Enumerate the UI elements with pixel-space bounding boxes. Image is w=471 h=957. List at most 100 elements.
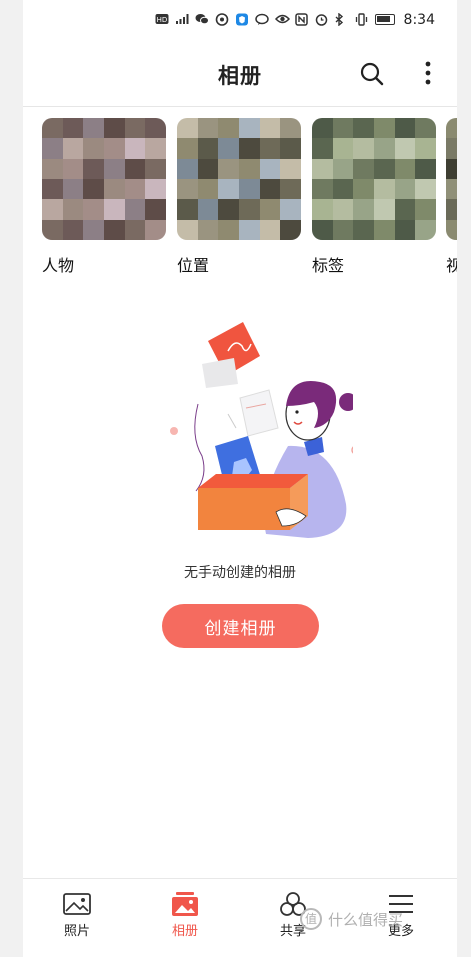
mosaic-cell	[177, 118, 198, 139]
phone-screen: HD 8:34 相册 人物 位置 标签 视 无手动创建的相册 创建相册 照片 相…	[23, 0, 457, 957]
mosaic-cell	[218, 118, 239, 139]
mosaic-cell	[353, 179, 374, 200]
mosaic-cell	[124, 219, 146, 240]
mosaic-cell	[103, 219, 125, 240]
mosaic-cell	[280, 158, 301, 179]
mosaic-cell	[83, 118, 104, 139]
mosaic-cell	[218, 199, 239, 220]
status-bar: HD 8:34	[23, 0, 457, 42]
shield-icon	[235, 13, 249, 26]
status-time: 8:34	[403, 12, 435, 28]
mosaic-cell	[415, 138, 436, 159]
albums-icon	[172, 892, 198, 916]
bluetooth-icon	[335, 12, 349, 27]
mosaic-cell	[259, 138, 281, 159]
mosaic-cell	[353, 118, 374, 139]
mosaic-cell	[197, 219, 219, 240]
mosaic-cell	[197, 138, 219, 159]
mosaic-cell	[197, 179, 219, 200]
mosaic-cell	[332, 118, 354, 139]
mosaic-cell	[238, 219, 260, 240]
mosaic-cell	[280, 138, 301, 159]
mosaic-cell	[62, 219, 84, 240]
mosaic-cell	[124, 138, 146, 159]
mosaic-cell	[259, 219, 281, 240]
mosaic-cell	[42, 138, 63, 159]
search-button[interactable]	[358, 60, 386, 88]
mosaic-cell	[415, 158, 436, 179]
mosaic-cell	[353, 219, 374, 240]
chat-icon	[255, 13, 269, 26]
category-tags[interactable]: 标签	[312, 118, 436, 276]
create-album-button[interactable]: 创建相册	[162, 604, 319, 648]
vibrate-icon	[355, 13, 369, 26]
mosaic-cell	[62, 179, 84, 200]
mosaic-cell	[332, 219, 354, 240]
mosaic-cell	[124, 199, 146, 220]
mosaic-cell	[145, 219, 166, 240]
mosaic-cell	[312, 199, 333, 220]
mosaic-cell	[394, 219, 416, 240]
search-icon	[360, 62, 384, 86]
mosaic-cell	[446, 199, 457, 220]
mosaic-cell	[373, 219, 395, 240]
category-thumbnail	[177, 118, 301, 240]
mosaic-cell	[145, 158, 166, 179]
mosaic-cell	[332, 138, 354, 159]
mosaic-cell	[103, 118, 125, 139]
category-videos[interactable]: 视	[446, 118, 457, 276]
category-label: 位置	[177, 256, 210, 275]
mosaic-cell	[62, 158, 84, 179]
mosaic-cell	[312, 219, 333, 240]
category-label: 人物	[42, 256, 75, 275]
mosaic-cell	[42, 199, 63, 220]
more-button[interactable]	[418, 58, 438, 88]
mosaic-cell	[394, 138, 416, 159]
mosaic-cell	[415, 179, 436, 200]
mosaic-cell	[177, 199, 198, 220]
mosaic-cell	[280, 219, 301, 240]
nav-label: 照片	[63, 924, 90, 939]
eye-icon	[274, 13, 291, 26]
mosaic-cell	[446, 138, 457, 159]
mosaic-cell	[83, 158, 104, 179]
mosaic-cell	[373, 179, 395, 200]
mosaic-cell	[394, 199, 416, 220]
mosaic-cell	[446, 179, 457, 200]
category-thumbnail	[312, 118, 436, 240]
mosaic-cell	[177, 219, 198, 240]
mosaic-cell	[177, 179, 198, 200]
nav-photos[interactable]: 照片	[23, 879, 131, 943]
mosaic-cell	[373, 118, 395, 139]
mosaic-cell	[218, 179, 239, 200]
watermark: 值 什么值得买	[300, 908, 403, 930]
mosaic-cell	[332, 158, 354, 179]
mosaic-cell	[332, 199, 354, 220]
status-icons: HD	[155, 12, 395, 27]
wechat-icon	[195, 13, 209, 26]
mosaic-cell	[42, 158, 63, 179]
category-places[interactable]: 位置	[177, 118, 301, 276]
mosaic-cell	[312, 179, 333, 200]
category-label: 视	[446, 256, 457, 275]
mosaic-cell	[124, 179, 146, 200]
mosaic-cell	[218, 138, 239, 159]
category-thumbnail	[446, 118, 457, 240]
mosaic-cell	[394, 118, 416, 139]
mosaic-cell	[145, 118, 166, 139]
alarm-icon	[315, 13, 329, 26]
nav-albums[interactable]: 相册	[131, 879, 239, 943]
mosaic-cell	[280, 199, 301, 220]
mosaic-cell	[42, 179, 63, 200]
mosaic-cell	[415, 219, 436, 240]
mosaic-cell	[124, 158, 146, 179]
mosaic-cell	[62, 138, 84, 159]
mosaic-cell	[218, 219, 239, 240]
mosaic-cell	[83, 138, 104, 159]
mosaic-cell	[145, 138, 166, 159]
mosaic-cell	[238, 199, 260, 220]
mosaic-cell	[312, 138, 333, 159]
category-people[interactable]: 人物	[42, 118, 166, 276]
mosaic-cell	[415, 199, 436, 220]
mosaic-cell	[197, 199, 219, 220]
